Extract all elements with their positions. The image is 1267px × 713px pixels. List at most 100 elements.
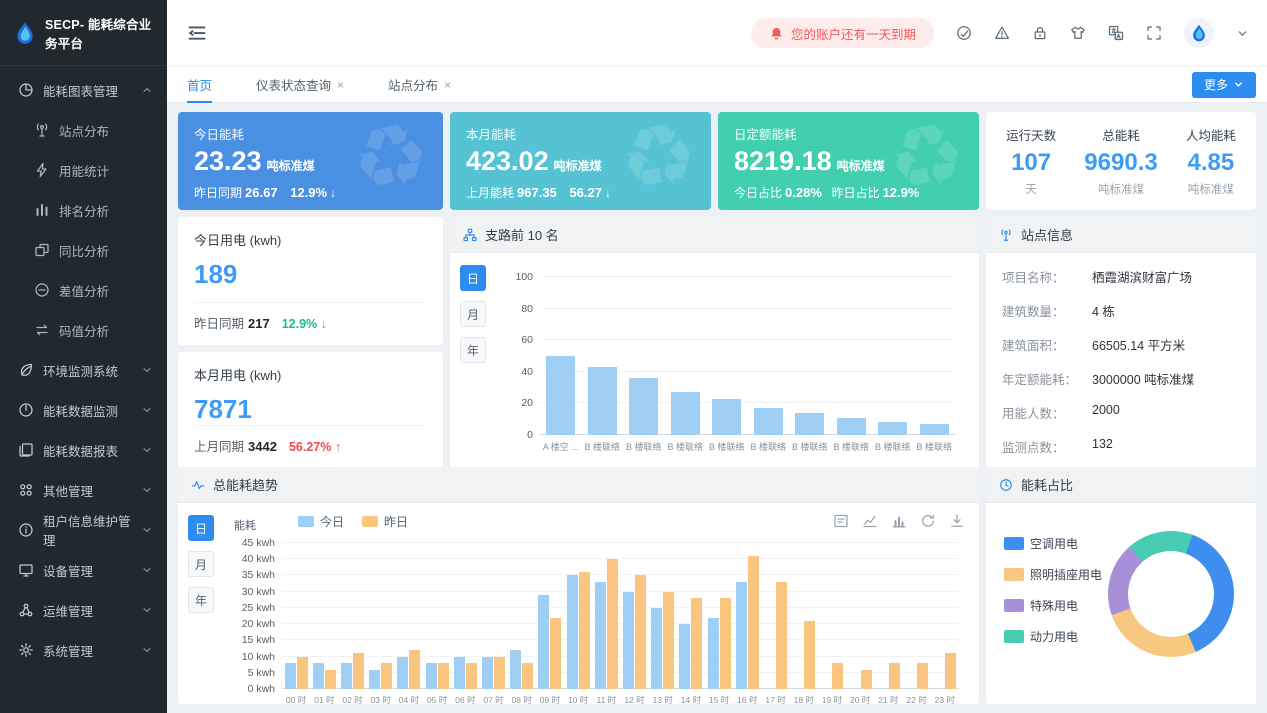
bar (920, 424, 949, 435)
summary-stat: 运行天数107天 (1006, 125, 1056, 197)
sidebar-item-其他管理[interactable]: 其他管理 (0, 470, 167, 510)
bar-group: 14 时 (679, 543, 702, 689)
sidebar-item-环境监测系统[interactable]: 环境监测系统 (0, 350, 167, 390)
x-tick-label: B 楼联络 (750, 440, 786, 453)
stat-label: 人均能耗 (1186, 125, 1236, 144)
sidebar-subitem-差值分析[interactable]: 差值分析 (0, 270, 167, 310)
sidebar-item-租户信息维护管理[interactable]: 租户信息维护管理 (0, 510, 167, 550)
sidebar-subitem-label: 差值分析 (59, 281, 109, 300)
lock-icon[interactable] (1032, 25, 1048, 41)
bar-今日 (397, 657, 408, 689)
bar-昨日 (663, 592, 674, 689)
bar-今日 (426, 663, 437, 689)
sidebar-subitem-排名分析[interactable]: 排名分析 (0, 190, 167, 230)
x-tick-label: 18 时 (794, 694, 814, 704)
legend-item-照明插座用电[interactable]: 照明插座用电 (1004, 566, 1102, 583)
bar-昨日 (804, 621, 815, 689)
bar-chart-icon[interactable] (891, 513, 907, 529)
legend-item-特殊用电[interactable]: 特殊用电 (1004, 597, 1102, 614)
tab-close-icon[interactable]: × (337, 78, 344, 92)
refresh-icon[interactable] (920, 513, 936, 529)
fullscreen-icon[interactable] (1146, 25, 1162, 41)
user-menu-chevron-icon[interactable] (1236, 27, 1249, 40)
sidebar-item-能耗图表管理[interactable]: 能耗图表管理 (0, 70, 167, 110)
branch-chart: 日月年020406080100A 楼空 ...B 楼联络B 楼联络B 楼联络B … (450, 253, 979, 468)
data-view-icon[interactable] (833, 513, 849, 529)
tab-close-icon[interactable]: × (444, 78, 451, 92)
tab-站点分布[interactable]: 站点分布× (388, 67, 451, 103)
y-tick-label: 45 kwh (242, 537, 275, 549)
x-tick-label: 07 时 (483, 694, 503, 704)
toggle-月[interactable]: 月 (460, 301, 486, 327)
card-title: 本月能耗 (466, 124, 695, 143)
legend-label: 空调用电 (1030, 535, 1078, 552)
bar-group: B 楼联络 (712, 277, 741, 435)
site-info-row: 项目名称：栖霞湖滨财富广场 (986, 259, 1256, 293)
sidebar-item-label: 设备管理 (43, 561, 93, 580)
bar-今日 (708, 618, 719, 689)
theme-palette-icon[interactable] (956, 25, 972, 41)
legend-item-动力用电[interactable]: 动力用电 (1004, 628, 1102, 645)
toggle-年[interactable]: 年 (188, 587, 214, 613)
skin-tshirt-icon[interactable] (1070, 25, 1086, 41)
tab-仪表状态查询[interactable]: 仪表状态查询× (256, 67, 344, 103)
panel-title: 今日用电 (kwh) (194, 230, 427, 249)
bars-row: 00 时01 时02 时03 时04 时05 时06 时07 时08 时09 时… (282, 543, 959, 689)
bar-group: B 楼联络 (629, 277, 658, 435)
site-info-row: 建筑面积：66505.14 平方米 (986, 327, 1256, 361)
stat-unit: 吨标准煤 (1186, 181, 1236, 197)
bar-group: 08 时 (510, 543, 533, 689)
x-tick-label: 13 时 (653, 694, 673, 704)
sidebar-subitem-同比分析[interactable]: 同比分析 (0, 230, 167, 270)
y-tick-label: 5 kwh (248, 667, 275, 679)
summary-stats-card: 运行天数107天总能耗9690.3吨标准煤人均能耗4.85吨标准煤 (986, 112, 1256, 210)
more-button[interactable]: 更多 (1192, 72, 1256, 98)
tabbar: 首页 仪表状态查询× 站点分布× 更多 (167, 66, 1267, 103)
bar-今日 (567, 575, 578, 689)
card-title: 日定额能耗 (734, 124, 963, 143)
trend-legend: 今日 昨日 (298, 513, 408, 530)
y-tick-label: 0 (527, 429, 533, 441)
bar-今日 (482, 657, 493, 689)
sidebar-subitem-码值分析[interactable]: 码值分析 (0, 310, 167, 350)
bar-今日 (538, 595, 549, 689)
sidebar-item-能耗数据报表[interactable]: 能耗数据报表 (0, 430, 167, 470)
bar-group: 16 时 (736, 543, 759, 689)
avatar[interactable] (1184, 18, 1214, 48)
bar-group: 11 时 (595, 543, 618, 689)
branch-top10-panel: 支路前 10 名 日月年020406080100A 楼空 ...B 楼联络B 楼… (450, 217, 979, 468)
translate-icon[interactable] (1108, 25, 1124, 41)
sidebar-item-运维管理[interactable]: 运维管理 (0, 590, 167, 630)
sidebar-item-能耗数据监测[interactable]: 能耗数据监测 (0, 390, 167, 430)
toggle-日[interactable]: 日 (460, 265, 486, 291)
account-expiry-notice[interactable]: 您的账户还有一天到期 (751, 18, 934, 48)
legend-item-空调用电[interactable]: 空调用电 (1004, 535, 1102, 552)
legend-item-今日[interactable]: 今日 (298, 513, 344, 530)
app-title: SECP- 能耗综合业务平台 (45, 14, 155, 52)
middle-row: 今日用电 (kwh) 189 昨日同期21712.9% ↓ 本月用电 (kwh)… (178, 217, 1256, 460)
sidebar-item-设备管理[interactable]: 设备管理 (0, 550, 167, 590)
legend-item-昨日[interactable]: 昨日 (362, 513, 408, 530)
bar-group: 21 时 (877, 543, 900, 689)
sidebar-item-系统管理[interactable]: 系统管理 (0, 630, 167, 670)
toggle-月[interactable]: 月 (188, 551, 214, 577)
panel-title: 能耗占比 (1021, 475, 1073, 494)
line-chart-icon[interactable] (862, 513, 878, 529)
tab-首页[interactable]: 首页 (187, 67, 212, 103)
x-tick-label: B 楼联络 (667, 440, 703, 453)
toggle-日[interactable]: 日 (188, 515, 214, 541)
tabs: 首页 仪表状态查询× 站点分布× (187, 67, 495, 102)
bottom-row: 总能耗趋势 日月年能耗今日昨日0 kwh5 kwh10 kwh15 kwh20 … (178, 467, 1256, 704)
bar-group: A 楼空 ... (546, 277, 575, 435)
chevron-up-icon (141, 84, 153, 96)
bar-group: 01 时 (313, 543, 336, 689)
stat-value: 9690.3 (1084, 149, 1157, 177)
toggle-年[interactable]: 年 (460, 337, 486, 363)
alarm-warning-icon[interactable] (994, 25, 1010, 41)
x-tick-label: 19 时 (822, 694, 842, 704)
download-icon[interactable] (949, 513, 965, 529)
sidebar-subitem-用能统计[interactable]: 用能统计 (0, 150, 167, 190)
menu-fold-icon[interactable] (187, 23, 207, 43)
sidebar-subitem-站点分布[interactable]: 站点分布 (0, 110, 167, 150)
y-tick-label: 25 kwh (242, 602, 275, 614)
